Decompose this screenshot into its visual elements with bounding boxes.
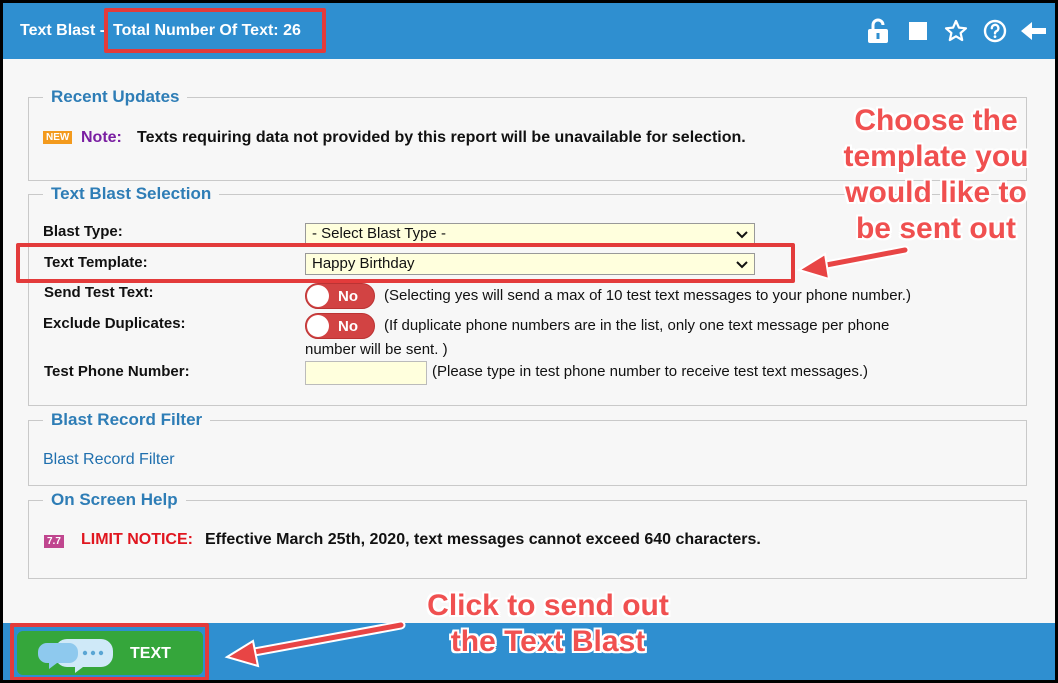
button-highlight-box bbox=[10, 623, 209, 680]
text-blast-page: Text Blast - Total Number Of Text: 26 Re… bbox=[3, 3, 1055, 680]
recent-updates-legend: Recent Updates bbox=[51, 87, 180, 106]
test-phone-input[interactable] bbox=[305, 361, 427, 385]
star-icon[interactable] bbox=[943, 17, 969, 45]
filter-legend: Blast Record Filter bbox=[51, 410, 203, 429]
help-legend: On Screen Help bbox=[51, 490, 178, 509]
test-phone-hint: (Please type in test phone number to rec… bbox=[432, 363, 869, 380]
blast-type-label: Blast Type: bbox=[43, 223, 123, 240]
version-badge: 7.7 bbox=[44, 535, 64, 548]
selection-legend: Text Blast Selection bbox=[51, 184, 212, 203]
send-test-hint: (Selecting yes will send a max of 10 tes… bbox=[384, 287, 911, 304]
template-highlight-box bbox=[16, 243, 795, 283]
send-test-toggle[interactable]: No bbox=[305, 283, 375, 309]
blast-type-value: - Select Blast Type - bbox=[312, 225, 446, 242]
new-badge: NEW bbox=[43, 131, 73, 144]
annotation-line: would like to bbox=[845, 176, 1027, 209]
annotation-line: Click to send out bbox=[427, 589, 669, 622]
help-icon[interactable] bbox=[982, 17, 1008, 45]
test-phone-label: Test Phone Number: bbox=[44, 363, 190, 380]
exclude-hint-line-2: number will be sent. ) bbox=[305, 341, 448, 358]
blast-record-filter-link[interactable]: Blast Record Filter bbox=[43, 451, 175, 469]
back-arrow-icon[interactable] bbox=[1020, 17, 1048, 45]
exclude-toggle-label: No bbox=[338, 318, 358, 335]
annotation-line: the Text Blast bbox=[450, 625, 646, 658]
note-label: Note: bbox=[81, 129, 122, 146]
click-send-annotation: Click to send out the Text Blast bbox=[383, 588, 713, 660]
unlock-icon[interactable] bbox=[865, 17, 891, 45]
blast-record-filter-section: Blast Record Filter bbox=[28, 410, 1027, 486]
exclude-duplicates-toggle[interactable]: No bbox=[305, 313, 375, 339]
toggle-knob bbox=[307, 315, 329, 337]
choose-template-annotation: Choose the template you would like to be… bbox=[821, 103, 1051, 247]
blast-type-select[interactable]: - Select Blast Type - bbox=[305, 223, 755, 245]
limit-notice-label: LIMIT NOTICE: bbox=[81, 531, 193, 548]
exclude-duplicates-label: Exclude Duplicates: bbox=[43, 315, 186, 332]
exclude-hint-line-1: (If duplicate phone numbers are in the l… bbox=[384, 317, 890, 334]
send-test-toggle-label: No bbox=[338, 288, 358, 305]
limit-notice-text: Effective March 25th, 2020, text message… bbox=[205, 531, 761, 548]
note-text: Texts requiring data not provided by thi… bbox=[137, 129, 746, 146]
toggle-knob bbox=[307, 285, 329, 307]
annotation-line: be sent out bbox=[855, 212, 1016, 245]
send-test-label: Send Test Text: bbox=[44, 284, 154, 301]
annotation-line: template you bbox=[843, 140, 1029, 173]
page-title: Text Blast - bbox=[20, 22, 106, 39]
annotation-line: Choose the bbox=[854, 104, 1018, 137]
stop-icon[interactable] bbox=[906, 17, 930, 45]
count-highlight-box bbox=[104, 8, 326, 53]
